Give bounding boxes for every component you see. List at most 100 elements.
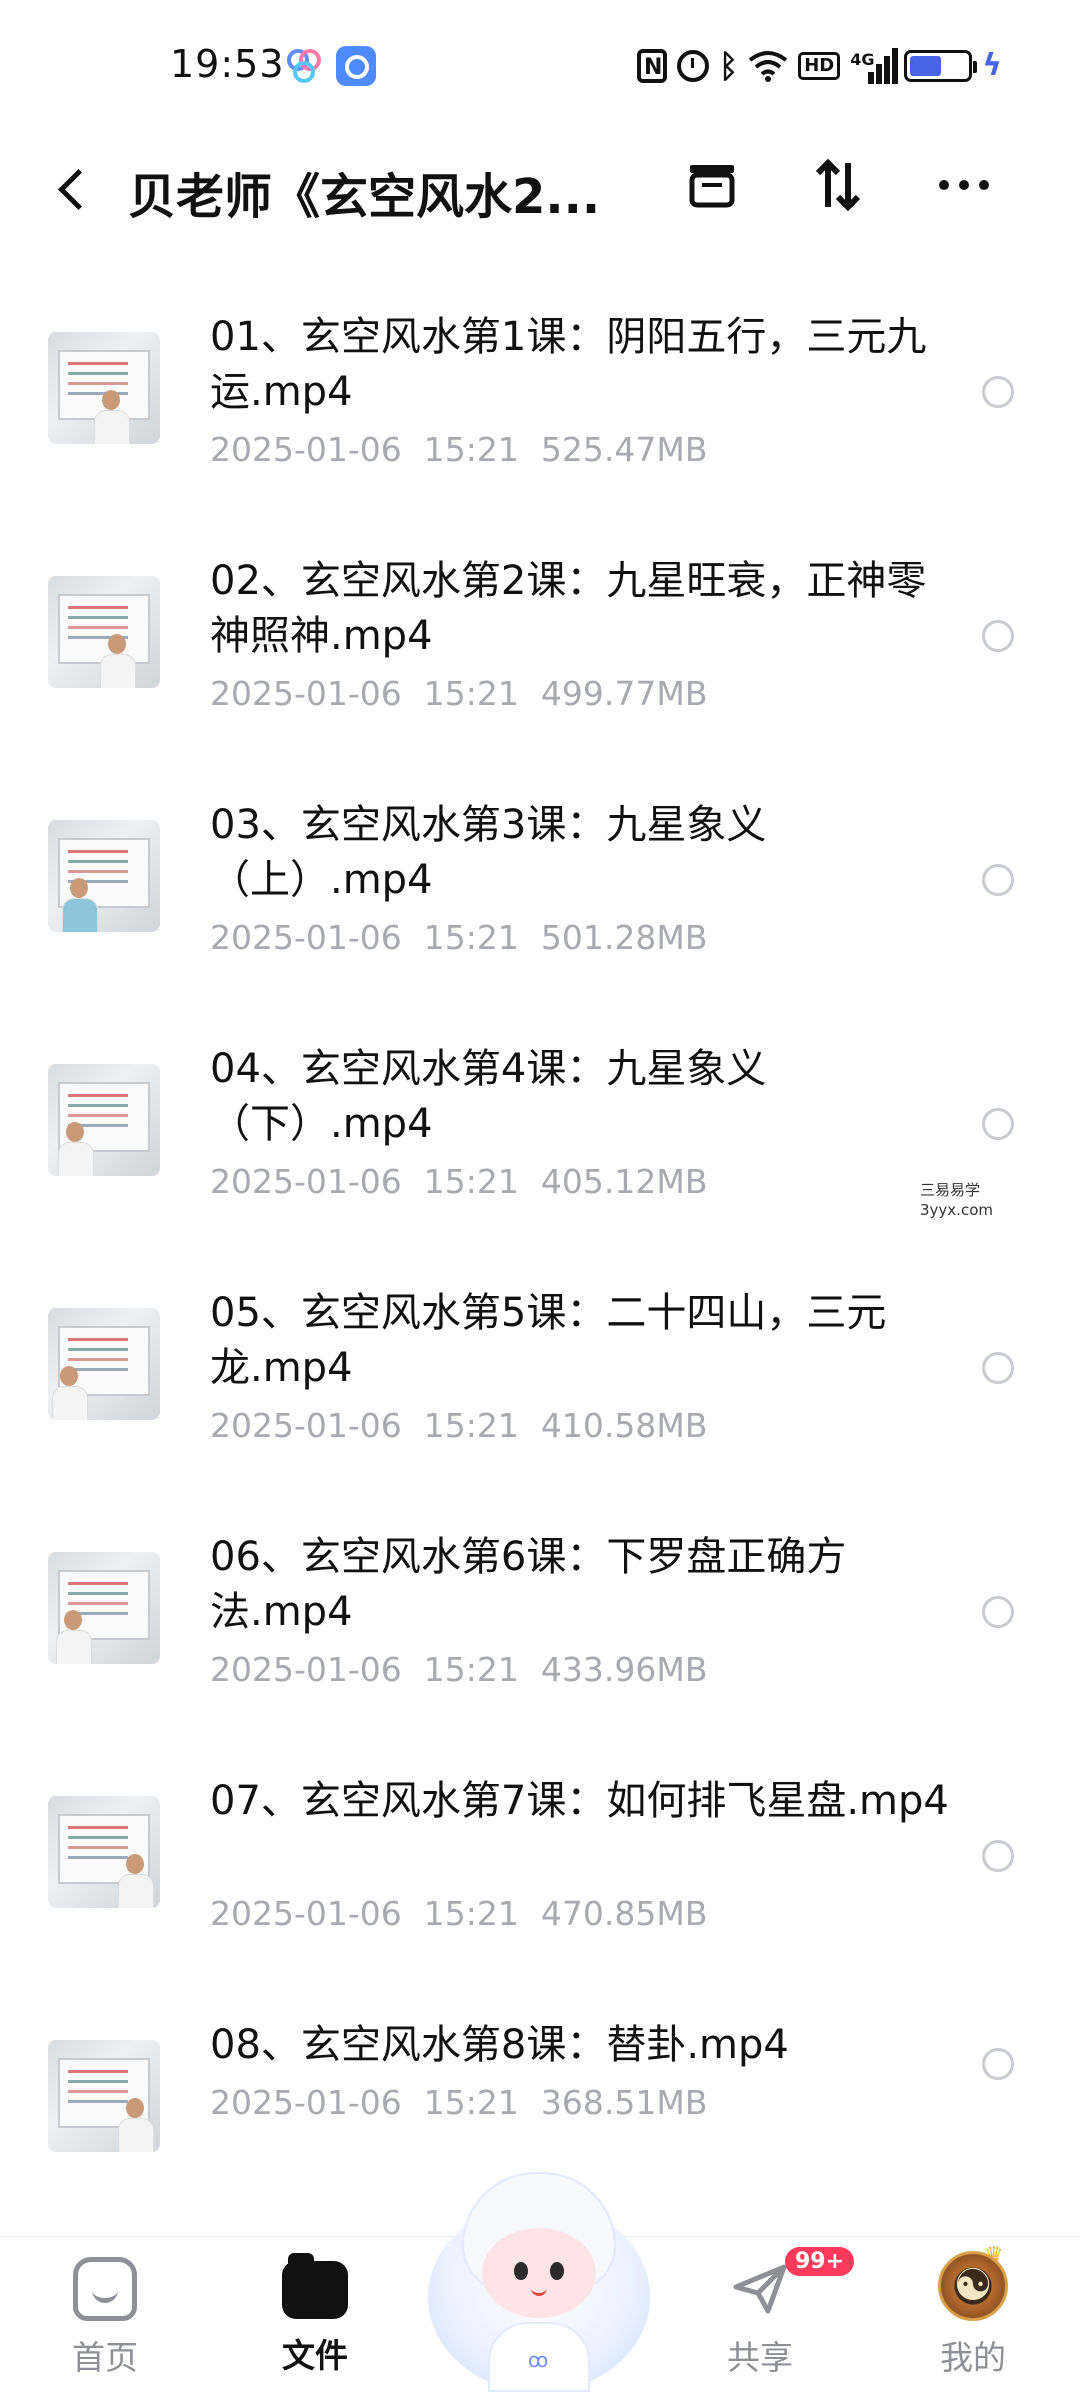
wifi-icon: [748, 50, 788, 82]
status-bar: 19:53 ᛒ HD 4G ϟ: [0, 0, 1080, 135]
file-name: 08、玄空风水第8课：替卦.mp4: [210, 2022, 789, 2068]
watermark: 三易易学 3yyx.com: [920, 1180, 993, 1220]
back-icon[interactable]: [50, 161, 100, 217]
file-name: 02、玄空风水第2课：九星旺衰，正神零神照神.mp4: [210, 558, 927, 659]
app-notification-icon: [284, 46, 324, 86]
nav-me[interactable]: ♛ 我的: [908, 2243, 1038, 2379]
home-icon: [73, 2257, 137, 2321]
file-time: 15:21: [423, 430, 519, 469]
file-meta: 2025-01-06 15:21 368.51MB: [210, 2083, 707, 2122]
select-radio[interactable]: [982, 1108, 1014, 1140]
file-date: 2025-01-06: [210, 1650, 402, 1689]
file-meta: 2025-01-06 15:21 525.47MB: [210, 430, 707, 469]
folder-icon: [282, 2253, 348, 2319]
select-radio[interactable]: [982, 1840, 1014, 1872]
file-date: 2025-01-06: [210, 674, 402, 713]
assistant-logo-icon: ꝏ: [528, 2348, 549, 2372]
file-row[interactable]: 08、玄空风水第8课：替卦.mp4 2025-01-06 15:21 368.51MB: [0, 1978, 1080, 2178]
nav-home[interactable]: 首页: [40, 2257, 170, 2379]
file-date: 2025-01-06: [210, 430, 402, 469]
video-thumbnail: [48, 1796, 160, 1908]
file-date: 2025-01-06: [210, 1406, 402, 1445]
file-size: 501.28MB: [540, 918, 708, 957]
select-radio[interactable]: [982, 1352, 1014, 1384]
file-size: 433.96MB: [540, 1650, 708, 1689]
video-thumbnail: [48, 1552, 160, 1664]
file-date: 2025-01-06: [210, 918, 402, 957]
file-row[interactable]: 03、玄空风水第3课：九星象义（上）.mp4 2025-01-06 15:21 501…: [0, 758, 1080, 1002]
header: 贝老师《玄空风水2...: [0, 135, 1080, 245]
app-notification-icon-2: [336, 46, 376, 86]
video-thumbnail: [48, 576, 160, 688]
assistant-mascot-button[interactable]: ꝏ: [428, 2172, 650, 2394]
file-meta: 2025-01-06 15:21 433.96MB: [210, 1650, 707, 1689]
file-row[interactable]: 05、玄空风水第5课：二十四山，三元龙.mp4 2025-01-06 15:21 41…: [0, 1246, 1080, 1490]
status-time: 19:53: [170, 42, 285, 86]
file-meta: 2025-01-06 15:21 501.28MB: [210, 918, 707, 957]
video-thumbnail: [48, 2040, 160, 2152]
video-thumbnail: [48, 1064, 160, 1176]
nav-me-label: 我的: [940, 2338, 1006, 2377]
battery-icon: [904, 50, 978, 82]
file-date: 2025-01-06: [210, 2083, 402, 2122]
file-row[interactable]: 06、玄空风水第6课：下罗盘正确方法.mp4 2025-01-06 15:21 433…: [0, 1490, 1080, 1734]
file-row[interactable]: 01、玄空风水第1课：阴阳五行，三元九运.mp4 2025-01-06 15:21 5…: [0, 270, 1080, 514]
video-thumbnail: [48, 820, 160, 932]
file-date: 2025-01-06: [210, 1162, 402, 1201]
watermark-line-1: 三易易学: [920, 1181, 981, 1199]
charging-icon: ϟ: [982, 48, 1002, 83]
file-name: 07、玄空风水第7课：如何排飞星盘.mp4: [210, 1778, 949, 1824]
file-size: 525.47MB: [540, 430, 708, 469]
file-name: 04、玄空风水第4课：九星象义（下）.mp4: [210, 1046, 767, 1147]
file-time: 15:21: [423, 674, 519, 713]
file-time: 15:21: [423, 918, 519, 957]
status-icons: ᛒ HD 4G ϟ: [636, 44, 1002, 88]
file-row[interactable]: 02、玄空风水第2课：九星旺衰，正神零神照神.mp4 2025-01-06 15:2…: [0, 514, 1080, 758]
file-time: 15:21: [423, 1894, 519, 1933]
nfc-icon: [636, 49, 667, 86]
file-time: 15:21: [423, 1650, 519, 1689]
send-icon: [728, 2257, 792, 2321]
avatar: [938, 2251, 1008, 2321]
nav-share-label: 共享: [727, 2338, 793, 2377]
select-radio[interactable]: [982, 376, 1014, 408]
nav-home-label: 首页: [72, 2338, 138, 2377]
file-row[interactable]: 07、玄空风水第7课：如何排飞星盘.mp4 2025-01-06 15:21 470.…: [0, 1734, 1080, 1978]
nav-files[interactable]: 文件: [250, 2253, 380, 2377]
select-radio[interactable]: [982, 620, 1014, 652]
select-radio[interactable]: [982, 864, 1014, 896]
battery-level: [910, 56, 941, 76]
page-title: 贝老师《玄空风水2...: [128, 169, 601, 225]
archive-icon[interactable]: [680, 153, 744, 217]
file-date: 2025-01-06: [210, 1894, 402, 1933]
bluetooth-icon: ᛒ: [718, 47, 739, 85]
file-time: 15:21: [423, 1162, 519, 1201]
hd-icon: HD: [798, 52, 841, 80]
file-name: 01、玄空风水第1课：阴阳五行，三元九运.mp4: [210, 314, 927, 415]
file-name: 06、玄空风水第6课：下罗盘正确方法.mp4: [210, 1534, 847, 1635]
video-thumbnail: [48, 332, 160, 444]
sort-icon[interactable]: [806, 153, 870, 217]
file-meta: 2025-01-06 15:21 499.77MB: [210, 674, 707, 713]
file-size: 499.77MB: [540, 674, 708, 713]
more-icon[interactable]: [932, 153, 996, 217]
file-time: 15:21: [423, 1406, 519, 1445]
signal-icon: 4G: [850, 48, 899, 84]
file-time: 15:21: [423, 2083, 519, 2122]
file-meta: 2025-01-06 15:21 405.12MB: [210, 1162, 707, 1201]
alarm-icon: [676, 50, 709, 82]
nav-share[interactable]: 99+ 共享: [695, 2247, 855, 2379]
file-row[interactable]: 04、玄空风水第4课：九星象义（下）.mp4 2025-01-06 15:21 405…: [0, 1002, 1080, 1246]
video-thumbnail: [48, 1308, 160, 1420]
file-name: 05、玄空风水第5课：二十四山，三元龙.mp4: [210, 1290, 887, 1391]
file-meta: 2025-01-06 15:21 470.85MB: [210, 1894, 707, 1933]
select-radio[interactable]: [982, 2048, 1014, 2080]
file-size: 470.85MB: [540, 1894, 708, 1933]
file-size: 405.12MB: [540, 1162, 708, 1201]
file-list: 01、玄空风水第1课：阴阳五行，三元九运.mp4 2025-01-06 15:21 5…: [0, 270, 1080, 2178]
share-badge: 99+: [785, 2247, 855, 2276]
file-meta: 2025-01-06 15:21 410.58MB: [210, 1406, 707, 1445]
select-radio[interactable]: [982, 1596, 1014, 1628]
screen: 19:53 ᛒ HD 4G ϟ: [0, 0, 1080, 2400]
file-name: 03、玄空风水第3课：九星象义（上）.mp4: [210, 802, 767, 903]
